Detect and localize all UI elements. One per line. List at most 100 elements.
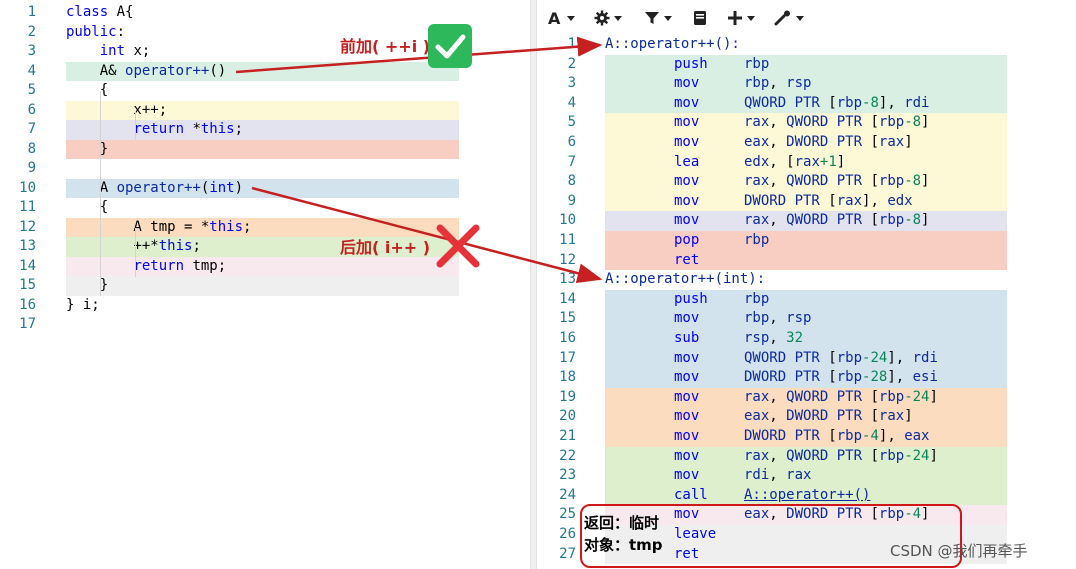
line-number: 2 bbox=[27, 23, 36, 40]
line-number: 9 bbox=[567, 192, 576, 209]
line-number: 8 bbox=[27, 140, 36, 157]
asm-operands: rsp, 32 bbox=[744, 329, 803, 349]
pane-splitter[interactable] bbox=[530, 0, 537, 569]
asm-opcode: mov bbox=[674, 192, 700, 209]
operand-token: DWORD PTR bbox=[744, 369, 829, 386]
call-target-link[interactable]: A::operator++() bbox=[744, 487, 870, 503]
asm-opcode: ret bbox=[674, 545, 700, 562]
source-code-text[interactable]: public: bbox=[66, 23, 125, 43]
operand-token: rbp bbox=[836, 428, 863, 444]
asm-line: 25 mov eax, DWORD PTR [rbp-4] bbox=[538, 505, 1076, 525]
code-token: this bbox=[209, 218, 244, 235]
code-token: ; bbox=[192, 238, 201, 254]
asm-function-label[interactable]: A::operator++(int): bbox=[605, 270, 765, 290]
asm-opcode: pop bbox=[674, 232, 700, 248]
line-number: 23 bbox=[559, 467, 576, 484]
operand-token: ], bbox=[887, 349, 913, 366]
line-number: 9 bbox=[27, 160, 36, 176]
tools-button[interactable] bbox=[774, 6, 804, 30]
line-number: 8 bbox=[567, 173, 576, 190]
settings-button[interactable] bbox=[594, 6, 622, 30]
operand-token: QWORD PTR bbox=[744, 94, 829, 111]
operand-token: ], bbox=[862, 192, 888, 209]
operand-token: rdi bbox=[904, 94, 930, 111]
assembly-output-pane[interactable]: A 1 A::operator++(): 2 push rbp 3 mov rbp, rsp 4… bbox=[538, 0, 1076, 569]
libraries-button[interactable] bbox=[692, 6, 708, 30]
code-token: x; bbox=[125, 43, 151, 59]
font-size-button[interactable]: A bbox=[547, 6, 575, 30]
asm-function-label[interactable]: A::operator++(): bbox=[605, 35, 740, 55]
line-number: 1 bbox=[567, 36, 576, 52]
operand-token: , bbox=[769, 212, 787, 229]
asm-operands: rbp bbox=[744, 55, 769, 75]
source-editor-pane[interactable]: 1 class A{2 public: 3 int x; 4 A& operator++… bbox=[0, 0, 530, 569]
asm-opcode: mov bbox=[674, 408, 700, 425]
source-code-text[interactable]: } bbox=[66, 276, 108, 296]
line-number: 25 bbox=[559, 506, 576, 523]
line-number: 13 bbox=[559, 271, 576, 288]
operand-token: rbp bbox=[878, 212, 905, 229]
line-number: 1 bbox=[27, 4, 36, 20]
asm-line: 6 mov eax, DWORD PTR [rax] bbox=[538, 133, 1076, 153]
asm-line: 27 ret bbox=[538, 544, 1076, 565]
line-number: 16 bbox=[559, 330, 576, 346]
source-code-text[interactable]: } bbox=[66, 140, 108, 160]
code-token: operator++ bbox=[125, 62, 210, 79]
operand-token: ], bbox=[878, 428, 905, 444]
source-code-text[interactable]: int x; bbox=[66, 42, 151, 62]
operand-token: rax bbox=[794, 153, 820, 170]
svg-text:A: A bbox=[548, 10, 561, 26]
line-number: 5 bbox=[567, 114, 576, 131]
source-code-text[interactable]: A tmp = *this; bbox=[66, 218, 251, 238]
source-line: 8 } bbox=[0, 139, 530, 160]
asm-operands: rbp bbox=[744, 290, 769, 310]
asm-line: 8 mov rax, QWORD PTR [rbp-8] bbox=[538, 172, 1076, 192]
source-code-text[interactable]: x++; bbox=[66, 101, 167, 121]
source-code-text[interactable]: A& operator++() bbox=[66, 62, 226, 82]
asm-line: 14 push rbp bbox=[538, 289, 1076, 310]
operand-token: , bbox=[769, 75, 787, 92]
chevron-down-icon bbox=[614, 15, 622, 21]
operand-token: ] bbox=[921, 506, 930, 523]
operand-token: rbp bbox=[744, 310, 770, 327]
source-code-text[interactable]: { bbox=[66, 198, 108, 218]
operand-token: rbp bbox=[836, 94, 863, 111]
add-button[interactable] bbox=[727, 6, 755, 30]
asm-operands: DWORD PTR [rbp-28], esi bbox=[744, 368, 938, 388]
operand-token: rdi bbox=[744, 467, 770, 484]
operand-token: -8 bbox=[862, 94, 879, 111]
line-number: 13 bbox=[19, 238, 36, 254]
asm-line: 19 mov rax, QWORD PTR [rbp-24] bbox=[538, 387, 1076, 408]
asm-opcode: leave bbox=[674, 526, 717, 542]
font-size-icon: A bbox=[547, 10, 563, 26]
source-code-text[interactable]: return *this; bbox=[66, 120, 243, 140]
source-code-text[interactable]: { bbox=[66, 81, 108, 101]
asm-operands: rax, QWORD PTR [rbp-24] bbox=[744, 447, 938, 467]
source-code-text[interactable]: ++*this; bbox=[66, 237, 201, 257]
source-code-text[interactable]: return tmp; bbox=[66, 257, 226, 277]
line-number: 14 bbox=[19, 257, 36, 274]
source-code-text[interactable]: A operator++(int) bbox=[66, 179, 243, 199]
line-number: 27 bbox=[559, 545, 576, 562]
code-token: A& bbox=[66, 62, 126, 79]
operand-token: QWORD PTR bbox=[744, 349, 829, 366]
asm-operands: rdi, rax bbox=[744, 466, 811, 486]
code-token: { bbox=[66, 82, 109, 98]
line-number: 6 bbox=[567, 134, 576, 150]
operand-token: rax bbox=[744, 173, 770, 190]
code-token: tmp; bbox=[184, 257, 227, 274]
source-line: 3 int x; bbox=[0, 42, 530, 62]
asm-operands: eax, DWORD PTR [rax] bbox=[744, 407, 913, 427]
code-token: this bbox=[200, 121, 235, 137]
line-number: 15 bbox=[19, 277, 36, 293]
source-line: 17 bbox=[0, 315, 530, 335]
source-line: 6 x++; bbox=[0, 100, 530, 121]
source-code-text[interactable]: } i; bbox=[66, 296, 100, 316]
source-code-text[interactable]: class A{ bbox=[66, 3, 133, 23]
asm-opcode: mov bbox=[674, 467, 700, 484]
operand-token: esi bbox=[912, 369, 938, 386]
filter-button[interactable] bbox=[644, 6, 672, 30]
asm-line-highlight bbox=[605, 525, 1007, 545]
asm-opcode: mov bbox=[674, 388, 700, 405]
operand-token: -28 bbox=[862, 369, 888, 386]
